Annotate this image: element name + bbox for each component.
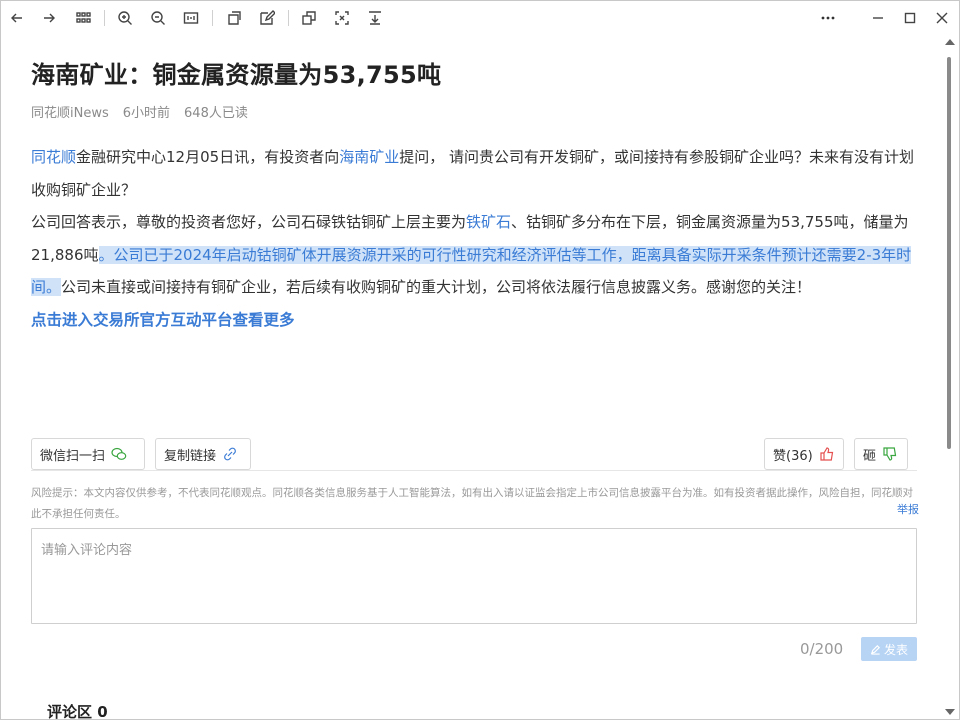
new-window-icon[interactable] [223,7,245,29]
toolbar [1,1,959,35]
comment-input[interactable] [31,528,917,624]
copy-link-label: 复制链接 [164,448,217,464]
thumbs-down-icon [883,447,897,461]
comment-char-counter: 0/200 [800,640,844,658]
scroll-up-arrow-icon[interactable] [945,39,955,45]
screenshot-icon[interactable] [331,7,353,29]
apps-grid-icon[interactable] [72,7,94,29]
maximize-icon[interactable] [899,7,921,29]
back-arrow-icon[interactable] [6,7,28,29]
toolbar-divider [104,10,105,26]
vertical-scrollbar[interactable] [941,35,959,720]
close-icon[interactable] [931,7,953,29]
link-tonghuashun[interactable]: 同花顺 [31,148,76,166]
dislike-label: 砸 [863,448,877,464]
link-icon [224,447,236,461]
article-paragraph-answer: 公司回答表示，尊敬的投资者您好，公司石碌铁钴铜矿上层主要为铁矿石、钴铜矿多分布在… [31,206,917,304]
wechat-share-label: 微信扫一扫 [40,448,106,464]
scroll-down-arrow-icon[interactable] [945,709,955,715]
dislike-button[interactable]: 砸 [854,438,908,470]
article-meta: 同花顺iNews 6小时前 648人已读 [31,102,248,121]
risk-disclaimer: 风险提示：本文内容仅供参考，不代表同花顺观点。同花顺各类信息服务基于人工智能算法… [31,487,913,520]
report-link[interactable]: 举报 [897,501,919,517]
toolbar-divider [288,10,289,26]
fit-width-icon[interactable] [180,7,202,29]
thumbs-up-icon [820,447,833,461]
wechat-icon [111,447,127,460]
more-on-exchange-link[interactable]: 点击进入交易所官方互动平台查看更多 [31,311,295,329]
question-text-1: 金融研究中心12月05日讯，有投资者向 [76,148,340,166]
pencil-icon [870,644,880,655]
copy-link-button[interactable]: 复制链接 [155,438,251,470]
article-time: 6小时前 [122,106,171,121]
link-hainan-mining[interactable]: 海南矿业 [339,148,399,166]
edit-icon[interactable] [256,7,278,29]
like-button[interactable]: 赞(36) [764,438,844,470]
minimize-icon[interactable] [867,7,889,29]
post-comment-label: 发表 [883,642,908,657]
copy-icon[interactable] [298,7,320,29]
zoom-out-icon[interactable] [147,7,169,29]
answer-text-3: 公司未直接或间接持有铜矿企业，若后续有收购铜矿的重大计划，公司将依法履行信息披露… [61,278,812,296]
answer-text-1: 公司回答表示，尊敬的投资者您好，公司石碌铁钴铜矿上层主要为 [31,213,467,231]
forward-arrow-icon[interactable] [38,7,60,29]
like-label: 赞(36) [773,448,813,464]
link-iron-ore[interactable]: 铁矿石 [466,213,511,231]
more-icon[interactable] [817,7,839,29]
comment-section-title: 评论区 0 [47,703,108,720]
post-comment-button[interactable]: 发表 [861,637,917,661]
article-actions: 微信扫一扫 复制链接 赞(36) 砸 [31,438,917,471]
page-title: 海南矿业：铜金属资源量为53,755吨 [31,61,442,89]
article-reads: 648人已读 [184,106,248,121]
article-paragraph-question: 同花顺金融研究中心12月05日讯，有投资者向海南矿业提问， 请问贵公司有开发铜矿… [31,141,917,206]
wechat-share-button[interactable]: 微信扫一扫 [31,438,145,470]
article-source: 同花顺iNews [31,106,109,121]
browser-window: 海南矿业：铜金属资源量为53,755吨 同花顺iNews 6小时前 648人已读… [0,0,960,720]
download-icon[interactable] [364,7,386,29]
toolbar-divider [212,10,213,26]
scrollbar-thumb[interactable] [947,57,951,449]
zoom-in-icon[interactable] [114,7,136,29]
article-body: 同花顺金融研究中心12月05日讯，有投资者向海南矿业提问， 请问贵公司有开发铜矿… [31,141,917,336]
article-content: 海南矿业：铜金属资源量为53,755吨 同花顺iNews 6小时前 648人已读… [1,35,941,720]
